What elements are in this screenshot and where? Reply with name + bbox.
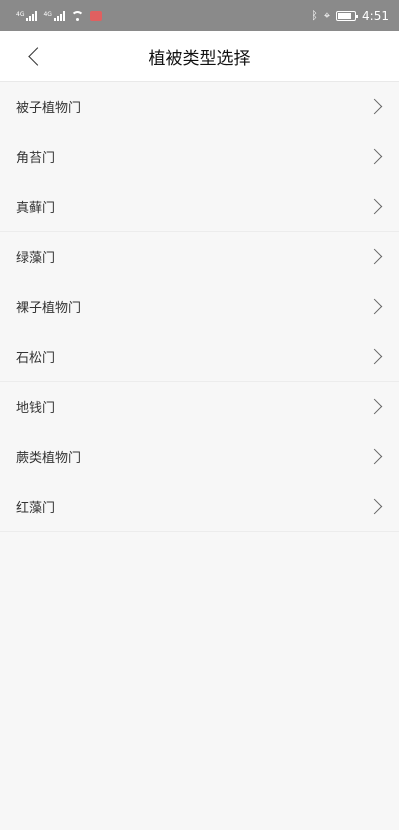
list-item-label: 蕨类植物门 (16, 451, 82, 466)
location-icon: ⌖ (323, 8, 331, 22)
vegetation-type-list: 被子植物门 角苔门 真藓门 绿藻门 裸子植物门 石松门 地钱门 蕨类植物门 红藻… (0, 82, 399, 532)
list-item[interactable]: 真藓门 (0, 182, 399, 232)
list-item[interactable]: 角苔门 (0, 132, 399, 182)
list-item[interactable]: 绿藻门 (0, 232, 399, 282)
list-item-label: 石松门 (16, 351, 56, 366)
chevron-right-icon (366, 198, 383, 215)
chevron-right-icon (366, 448, 383, 465)
list-item-label: 红藻门 (16, 501, 56, 516)
status-time: 4:51 (362, 8, 389, 23)
wifi-icon (70, 10, 84, 21)
status-left: 4G 4G (16, 10, 102, 21)
list-item[interactable]: 被子植物门 (0, 82, 399, 132)
list-item-label: 真藓门 (16, 201, 56, 216)
battery-level (338, 12, 351, 19)
chevron-right-icon (366, 148, 383, 165)
list-item-label: 绿藻门 (16, 251, 56, 266)
list-item-label: 地钱门 (16, 401, 56, 416)
back-button[interactable] (9, 31, 59, 81)
chevron-right-icon (366, 298, 383, 315)
chevron-right-icon (366, 248, 383, 265)
list-item[interactable]: 裸子植物门 (0, 282, 399, 332)
battery-icon (336, 10, 359, 21)
chevron-right-icon (366, 498, 383, 515)
header: 植被类型选择 (0, 31, 399, 82)
page-title: 植被类型选择 (148, 48, 251, 69)
chevron-left-icon (27, 46, 47, 66)
signal-icon: 4G (16, 10, 38, 21)
chevron-right-icon (366, 398, 383, 415)
list-item[interactable]: 石松门 (0, 332, 399, 382)
list-item[interactable]: 蕨类植物门 (0, 432, 399, 482)
status-right: ᛒ ⌖ 4:51 (311, 9, 389, 23)
bluetooth-icon: ᛒ (311, 9, 318, 22)
app-notification-icon (89, 10, 102, 21)
list-item[interactable]: 红藻门 (0, 482, 399, 532)
signal-type-label: 4G (43, 10, 52, 18)
list-item-label: 角苔门 (16, 151, 56, 166)
list-item-label: 被子植物门 (16, 101, 82, 116)
chevron-right-icon (366, 348, 383, 365)
list-item[interactable]: 地钱门 (0, 382, 399, 432)
status-bar: 4G 4G ᛒ ⌖ 4:51 (0, 0, 399, 31)
signal-type-label: 4G (16, 10, 25, 18)
chevron-right-icon (366, 98, 383, 115)
list-item-label: 裸子植物门 (16, 301, 82, 316)
signal-icon: 4G (43, 10, 65, 21)
